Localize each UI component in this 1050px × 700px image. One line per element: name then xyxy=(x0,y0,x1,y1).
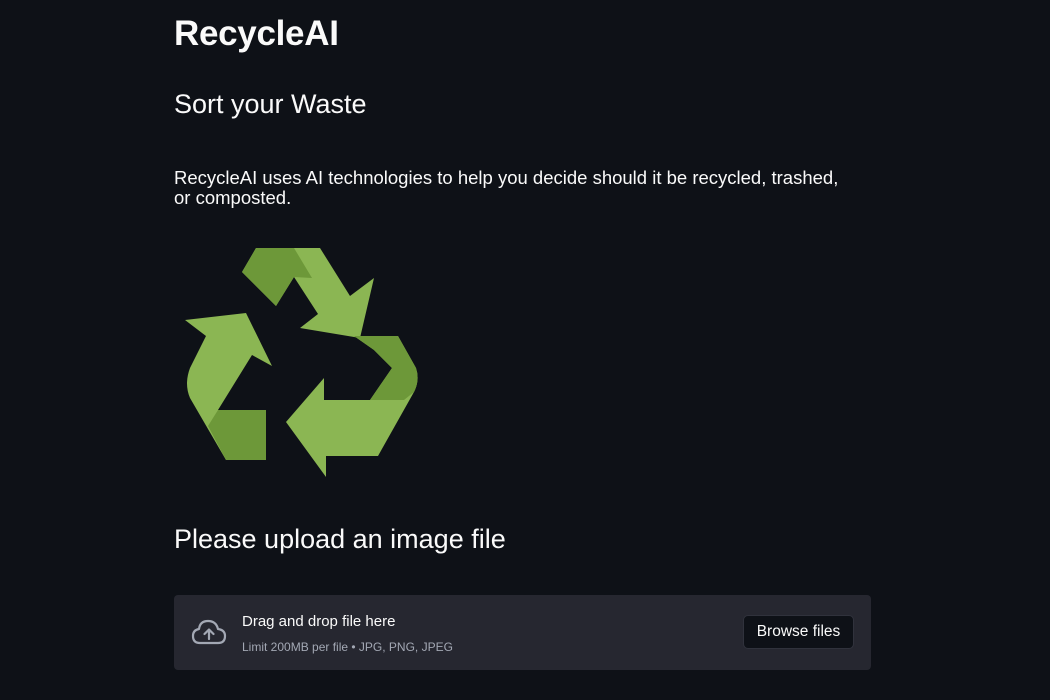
dropzone-hint: Limit 200MB per file • JPG, PNG, JPEG xyxy=(242,640,453,654)
app-root: RecycleAI Sort your Waste RecycleAI uses… xyxy=(0,0,1050,700)
dropzone-title: Drag and drop file here xyxy=(242,613,396,630)
upload-heading: Please upload an image file xyxy=(174,524,506,554)
description-text: RecycleAI uses AI technologies to help y… xyxy=(174,167,839,208)
subtitle: Sort your Waste xyxy=(174,89,367,119)
recycle-icon xyxy=(185,248,418,477)
file-dropzone[interactable]: Drag and drop file here Limit 200MB per … xyxy=(174,595,871,670)
page-title: RecycleAI xyxy=(174,14,339,53)
browse-files-button[interactable]: Browse files xyxy=(743,615,854,649)
cloud-upload-icon xyxy=(191,619,227,645)
